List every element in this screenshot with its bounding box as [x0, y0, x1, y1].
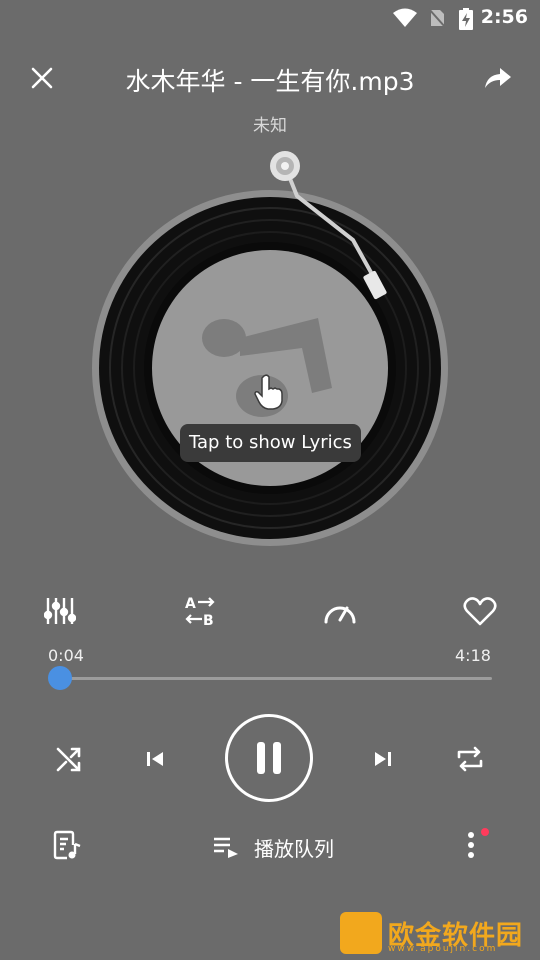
queue-icon	[214, 837, 238, 858]
ab-repeat-icon: A B	[185, 596, 215, 628]
total-time: 4:18	[455, 646, 491, 665]
share-icon	[485, 68, 511, 88]
close-icon	[31, 67, 53, 89]
play-queue-button[interactable]: 播放队列	[212, 832, 334, 862]
favorite-button[interactable]	[456, 587, 504, 635]
lyrics-button[interactable]	[43, 821, 91, 869]
repeat-button[interactable]	[446, 735, 494, 783]
equalizer-button[interactable]	[36, 587, 84, 635]
lyrics-icon	[53, 830, 81, 860]
current-time: 0:04	[48, 646, 84, 665]
shuffle-icon	[56, 747, 81, 772]
heart-icon	[463, 597, 497, 626]
artist-name: 未知	[253, 116, 287, 136]
watermark-logo	[340, 912, 382, 954]
previous-button[interactable]	[131, 735, 179, 783]
more-vertical-icon	[468, 832, 474, 858]
repeat-icon	[457, 746, 483, 772]
tonearm	[270, 151, 387, 300]
no-sim-icon	[428, 8, 446, 28]
song-title: 水木年华 - 一生有你.mp3	[125, 67, 415, 96]
battery-charging-icon	[459, 8, 473, 30]
watermark-url: www.apoujin.com	[388, 944, 498, 954]
hand-pointer-icon	[254, 374, 283, 410]
play-pause-button[interactable]	[225, 714, 313, 802]
ab-repeat-button[interactable]: A B	[176, 587, 224, 635]
shuffle-button[interactable]	[45, 735, 93, 783]
seek-bar[interactable]	[60, 677, 492, 680]
share-button[interactable]	[474, 54, 522, 102]
status-bar: 2:56	[0, 0, 540, 36]
pause-icon	[257, 742, 281, 774]
playback-speed-button[interactable]	[316, 587, 364, 635]
svg-text:A: A	[185, 596, 196, 612]
equalizer-icon	[44, 598, 76, 624]
skip-next-icon	[375, 752, 391, 766]
next-button[interactable]	[359, 735, 407, 783]
close-button[interactable]	[18, 54, 66, 102]
notification-dot	[481, 828, 489, 836]
lyrics-tooltip[interactable]: Tap to show Lyrics	[180, 424, 361, 462]
seek-thumb[interactable]	[48, 666, 72, 690]
wifi-icon	[393, 8, 417, 27]
skip-previous-icon	[147, 752, 163, 766]
svg-text:B: B	[203, 613, 214, 628]
speedometer-icon	[324, 606, 356, 624]
play-queue-label: 播放队列	[254, 836, 334, 861]
watermark: 欧金软件园 www.apoujin.com	[340, 910, 523, 956]
status-time: 2:56	[480, 6, 528, 28]
